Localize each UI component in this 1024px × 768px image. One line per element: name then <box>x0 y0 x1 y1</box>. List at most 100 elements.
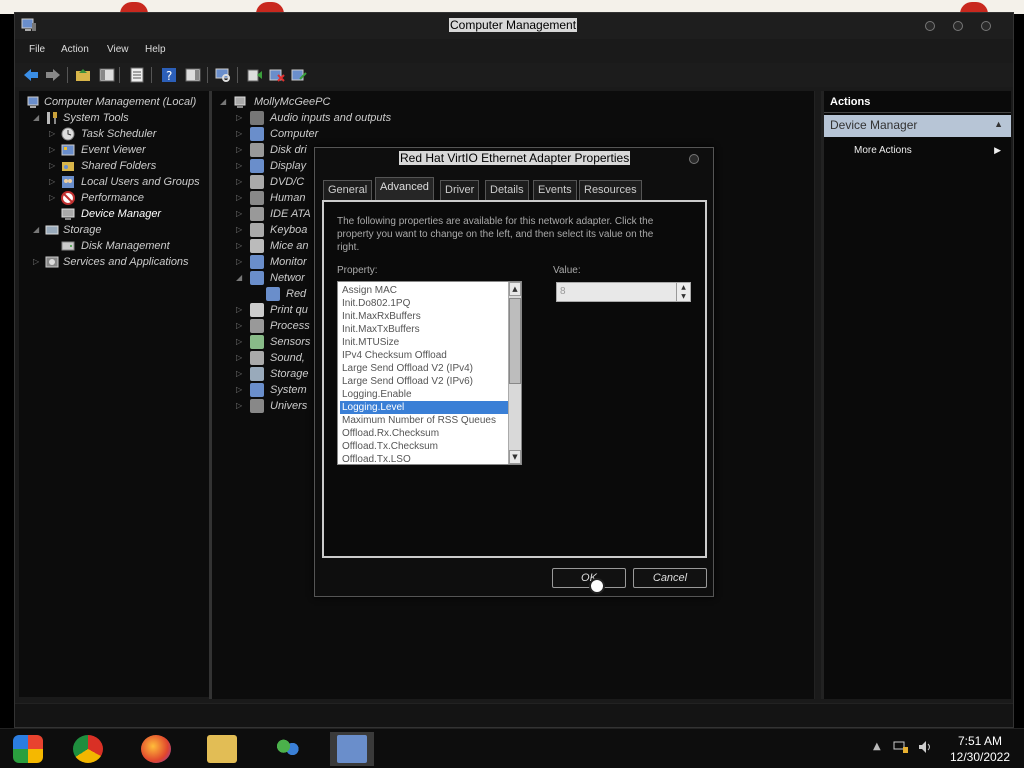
menu-help[interactable]: Help <box>145 44 166 55</box>
scroll-down-button[interactable]: ▼ <box>509 450 521 464</box>
expand-arrow-icon[interactable]: ▷ <box>236 113 242 122</box>
minimize-button[interactable] <box>925 21 935 31</box>
menu-view[interactable]: View <box>107 44 129 55</box>
property-item[interactable]: Init.MaxTxBuffers <box>340 323 508 336</box>
expand-arrow-icon[interactable]: ▷ <box>49 145 55 154</box>
property-item[interactable]: Init.MaxRxBuffers <box>340 310 508 323</box>
value-stepper[interactable]: 8 ▲ ▼ <box>556 282 691 302</box>
expand-arrow-icon[interactable]: ▷ <box>236 369 242 378</box>
properties-icon[interactable] <box>129 67 145 83</box>
tree-label: Storage <box>63 224 102 236</box>
property-item[interactable]: Large Send Offload V2 (IPv6) <box>340 375 508 388</box>
back-arrow-icon[interactable] <box>23 67 39 83</box>
tab-events[interactable]: Events <box>533 180 577 200</box>
tab-details[interactable]: Details <box>485 180 529 200</box>
expand-arrow-icon[interactable]: ▷ <box>236 177 242 186</box>
expand-arrow-icon[interactable]: ▷ <box>236 337 242 346</box>
expand-arrow-icon[interactable]: ▷ <box>236 353 242 362</box>
menu-action[interactable]: Action <box>61 44 89 55</box>
title-bar[interactable]: Computer Management <box>15 13 1013 39</box>
property-item[interactable]: Offload.Rx.Checksum <box>340 427 508 440</box>
computer-icon <box>234 96 246 108</box>
forward-arrow-icon[interactable] <box>45 67 61 83</box>
spin-down-button[interactable]: ▼ <box>677 292 690 301</box>
expand-arrow-icon[interactable]: ▷ <box>236 209 242 218</box>
show-hide-action-pane-icon[interactable] <box>185 67 201 83</box>
actions-header: Actions <box>824 91 1011 113</box>
cancel-button[interactable]: Cancel <box>633 568 707 588</box>
spin-up-button[interactable]: ▲ <box>677 283 690 292</box>
expand-arrow-icon[interactable]: ▷ <box>236 385 242 394</box>
taskbar-chrome[interactable] <box>66 732 110 766</box>
property-item[interactable]: Offload.Tx.LSO <box>340 453 508 464</box>
volume-icon[interactable] <box>917 739 933 755</box>
expand-arrow-icon[interactable]: ▷ <box>236 305 242 314</box>
property-item[interactable]: IPv4 Checksum Offload <box>340 349 508 362</box>
property-item[interactable]: Maximum Number of RSS Queues <box>340 414 508 427</box>
expand-arrow-icon[interactable]: ▷ <box>49 177 55 186</box>
taskbar-computer-management[interactable] <box>330 732 374 766</box>
enable-device-icon[interactable] <box>291 67 307 83</box>
expand-arrow-icon[interactable]: ▷ <box>236 401 242 410</box>
collapse-arrow-icon[interactable]: ◢ <box>33 113 39 122</box>
expand-arrow-icon[interactable]: ▷ <box>49 161 55 170</box>
expand-arrow-icon[interactable]: ▷ <box>236 225 242 234</box>
scroll-thumb[interactable] <box>509 298 521 384</box>
expand-arrow-icon[interactable]: ▷ <box>236 161 242 170</box>
property-item-selected[interactable]: Logging.Level <box>340 401 508 414</box>
tab-general[interactable]: General <box>323 180 373 200</box>
scan-hardware-icon[interactable] <box>215 67 231 83</box>
collapse-arrow-icon[interactable]: ◢ <box>220 97 226 106</box>
expand-arrow-icon[interactable]: ▷ <box>236 129 242 138</box>
value-label: Value: <box>553 265 581 276</box>
tree-label: Performance <box>81 192 144 204</box>
device-category-icon <box>250 127 264 141</box>
expand-arrow-icon[interactable]: ▷ <box>236 145 242 154</box>
console-tree: Computer Management (Local) ◢ System Too… <box>19 91 209 697</box>
taskbar-firefox[interactable] <box>134 732 178 766</box>
show-hide-console-tree-icon[interactable] <box>99 67 115 83</box>
property-item[interactable]: Logging.Enable <box>340 388 508 401</box>
expand-arrow-icon[interactable]: ▷ <box>236 241 242 250</box>
property-scrollbar[interactable]: ▲ ▼ <box>508 282 521 464</box>
taskbar-start[interactable] <box>6 732 50 766</box>
tab-driver[interactable]: Driver <box>440 180 480 200</box>
property-item[interactable]: Init.MTUSize <box>340 336 508 349</box>
property-item[interactable]: Init.Do802.1PQ <box>340 297 508 310</box>
property-item[interactable]: Large Send Offload V2 (IPv4) <box>340 362 508 375</box>
submenu-arrow-icon: ▶ <box>994 145 1001 155</box>
device-category-label: IDE ATA <box>270 208 311 220</box>
property-item[interactable]: Offload.Tx.Checksum <box>340 440 508 453</box>
value-text[interactable]: 8 <box>560 286 566 297</box>
help-icon[interactable]: ? <box>161 67 177 83</box>
expand-arrow-icon[interactable]: ▷ <box>236 321 242 330</box>
more-actions-item[interactable]: More Actions ▶ <box>824 143 1011 161</box>
expand-arrow-icon[interactable]: ▷ <box>236 193 242 202</box>
uninstall-device-icon[interactable] <box>269 67 285 83</box>
update-driver-icon[interactable] <box>247 67 263 83</box>
expand-arrow-icon[interactable]: ▷ <box>236 257 242 266</box>
collapse-caret-icon[interactable]: ▲ <box>994 119 1003 129</box>
actions-section-device-manager[interactable]: Device Manager ▲ <box>824 115 1011 137</box>
device-category-label: Computer <box>270 128 319 140</box>
tab-resources[interactable]: Resources <box>579 180 642 200</box>
collapse-arrow-icon[interactable]: ◢ <box>33 225 39 234</box>
close-button[interactable] <box>981 21 991 31</box>
network-icon[interactable] <box>893 739 909 755</box>
expand-arrow-icon[interactable]: ▷ <box>49 129 55 138</box>
collapse-arrow-icon[interactable]: ◢ <box>236 273 242 282</box>
scroll-up-button[interactable]: ▲ <box>509 282 521 296</box>
up-folder-icon[interactable] <box>75 67 91 83</box>
show-hidden-icons-icon[interactable]: ▲ <box>873 741 881 752</box>
expand-arrow-icon[interactable]: ▷ <box>33 257 39 266</box>
property-listbox[interactable]: Assign MAC Init.Do802.1PQ Init.MaxRxBuffer… <box>337 281 522 465</box>
clock[interactable]: 7:51 AM 12/30/2022 <box>940 733 1020 765</box>
taskbar-file-explorer[interactable] <box>200 732 244 766</box>
maximize-button[interactable] <box>953 21 963 31</box>
menu-file[interactable]: File <box>29 44 45 55</box>
taskbar-people[interactable] <box>266 732 310 766</box>
dialog-close-button[interactable] <box>689 154 699 164</box>
expand-arrow-icon[interactable]: ▷ <box>49 193 55 202</box>
property-item[interactable]: Assign MAC <box>340 284 508 297</box>
tab-advanced[interactable]: Advanced <box>375 177 434 200</box>
